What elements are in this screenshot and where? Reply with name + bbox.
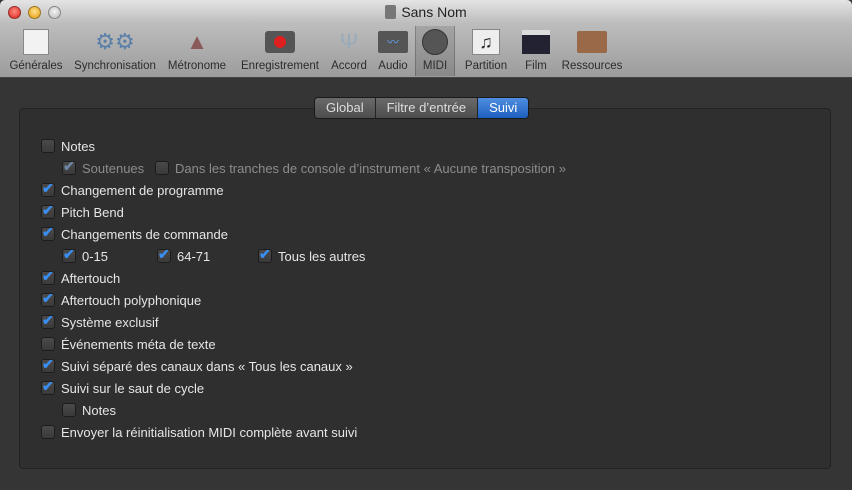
toolbar-generales[interactable]: Générales [6, 26, 66, 76]
toolbar-midi[interactable]: MIDI [415, 26, 455, 76]
checkbox-unchecked[interactable] [41, 425, 55, 439]
checkbox-option[interactable]: Suivi séparé des canaux dans « Tous les … [41, 356, 353, 375]
record-icon [265, 28, 295, 56]
checkbox-label: Soutenues [82, 160, 145, 176]
checkbox-checked[interactable] [62, 158, 76, 175]
checkbox-unchecked[interactable] [41, 337, 55, 351]
tab-filtre-entree[interactable]: Filtre d’entrée [375, 98, 479, 118]
metronome-icon: ▲ [186, 29, 208, 54]
checkbox-label: Aftertouch polyphonique [61, 292, 202, 308]
checkbox-checked[interactable] [41, 180, 55, 197]
checkbox-option[interactable]: Dans les tranches de console d’instrumen… [155, 159, 566, 177]
toolbar-ressources[interactable]: Ressources [560, 26, 624, 76]
checkbox-option[interactable]: Notes [41, 137, 95, 155]
toolbar-label: Audio [378, 60, 408, 72]
checkbox-label: Système exclusif [61, 314, 159, 330]
window-title-text: Sans Nom [401, 4, 467, 20]
checkbox-label: Aftertouch [61, 270, 121, 286]
toolbar-label: Partition [464, 60, 508, 72]
toolbar-label: Générales [9, 60, 63, 72]
checkbox-checked[interactable] [41, 268, 55, 285]
checkbox-checked[interactable] [41, 356, 55, 373]
toolbar-synchronisation[interactable]: ⚙⚙ Synchronisation [70, 26, 160, 76]
toolbar-accord[interactable]: Ψ Accord [329, 26, 369, 76]
checkbox-checked[interactable] [157, 246, 171, 263]
toolbar-label: Synchronisation [74, 60, 156, 72]
checkbox-label: Dans les tranches de console d’instrumen… [175, 160, 566, 176]
toolbar-enregistrement[interactable]: Enregistrement [237, 26, 323, 76]
checkbox-option[interactable]: Tous les autres [258, 246, 366, 265]
checkbox-label: 0-15 [82, 248, 109, 264]
checkbox-option[interactable]: Changement de programme [41, 180, 224, 199]
document-icon [385, 5, 397, 19]
gears-icon: ⚙⚙ [95, 29, 135, 54]
toolbar-audio[interactable]: 〰 Audio [375, 26, 411, 76]
checkbox-checked[interactable] [41, 378, 55, 395]
toolbar-label: Enregistrement [241, 60, 319, 72]
window-title: Sans Nom [0, 4, 852, 20]
checkbox-unchecked[interactable] [41, 139, 55, 153]
checkbox-checked[interactable] [258, 246, 272, 263]
checkbox-label: Pitch Bend [61, 204, 124, 220]
toolbar-label: Film [525, 60, 547, 72]
score-icon: ♫ [471, 28, 501, 56]
checkbox-checked[interactable] [62, 246, 76, 263]
toolbar: Sans Nom Générales ⚙⚙ Synchronisation ▲ Mé… [0, 0, 852, 78]
toolbar-film[interactable]: Film [518, 26, 554, 76]
checkbox-unchecked[interactable] [155, 161, 169, 175]
checkbox-label: Changement de programme [61, 182, 224, 198]
checkbox-option[interactable]: Notes [62, 401, 116, 419]
checkbox-label: Notes [82, 402, 116, 418]
toolbar-partition[interactable]: ♫ Partition [460, 26, 512, 76]
briefcase-icon [577, 28, 607, 56]
checkbox-option[interactable]: Soutenues [62, 158, 145, 177]
tab-global[interactable]: Global [315, 98, 376, 118]
tuning-fork-icon: Ψ [339, 29, 359, 54]
checkbox-unchecked[interactable] [62, 403, 76, 417]
checkbox-option[interactable]: Système exclusif [41, 312, 159, 331]
checkbox-label: Événements méta de texte [61, 336, 216, 352]
waveform-icon: 〰 [378, 28, 408, 56]
toolbar-label: Métronome [167, 60, 227, 72]
checkbox-label: Tous les autres [278, 248, 366, 264]
checkbox-checked[interactable] [41, 290, 55, 307]
clapperboard-icon [521, 28, 551, 56]
checkbox-option[interactable]: 0-15 [62, 246, 109, 265]
checkbox-label: Changements de commande [61, 226, 228, 242]
checkbox-option[interactable]: Suivi sur le saut de cycle [41, 378, 205, 397]
checkbox-option[interactable]: 64-71 [157, 246, 211, 265]
checkbox-checked[interactable] [41, 202, 55, 219]
tab-suivi[interactable]: Suivi [478, 98, 529, 118]
checkbox-label: Suivi séparé des canaux dans « Tous les … [61, 358, 353, 374]
preferences-window: Sans Nom Générales ⚙⚙ Synchronisation ▲ Mé… [0, 0, 852, 490]
toolbar-label: Ressources [561, 60, 623, 72]
checkbox-option[interactable]: Aftertouch polyphonique [41, 290, 202, 309]
toolbar-label: Accord [331, 60, 367, 72]
checkbox-label: Suivi sur le saut de cycle [61, 380, 205, 396]
checkbox-option[interactable]: Pitch Bend [41, 202, 124, 221]
checkbox-label: Envoyer la réinitialisation MIDI complèt… [61, 424, 358, 440]
checkbox-option[interactable]: Événements méta de texte [41, 335, 216, 353]
checkbox-label: 64-71 [177, 248, 211, 264]
checkbox-checked[interactable] [41, 312, 55, 329]
checkbox-label: Notes [61, 138, 95, 154]
checkbox-option[interactable]: Envoyer la réinitialisation MIDI complèt… [41, 423, 357, 441]
checkbox-option[interactable]: Aftertouch [41, 268, 121, 287]
checkbox-option[interactable]: Changements de commande [41, 224, 228, 243]
midi-connector-icon [420, 28, 450, 56]
toolbar-metronome[interactable]: ▲ Métronome [165, 26, 229, 76]
toolbar-label: MIDI [422, 60, 448, 72]
checkbox-checked[interactable] [41, 224, 55, 241]
switch-icon [21, 28, 51, 56]
tab-bar: Global Filtre d’entrée Suivi [314, 97, 530, 119]
